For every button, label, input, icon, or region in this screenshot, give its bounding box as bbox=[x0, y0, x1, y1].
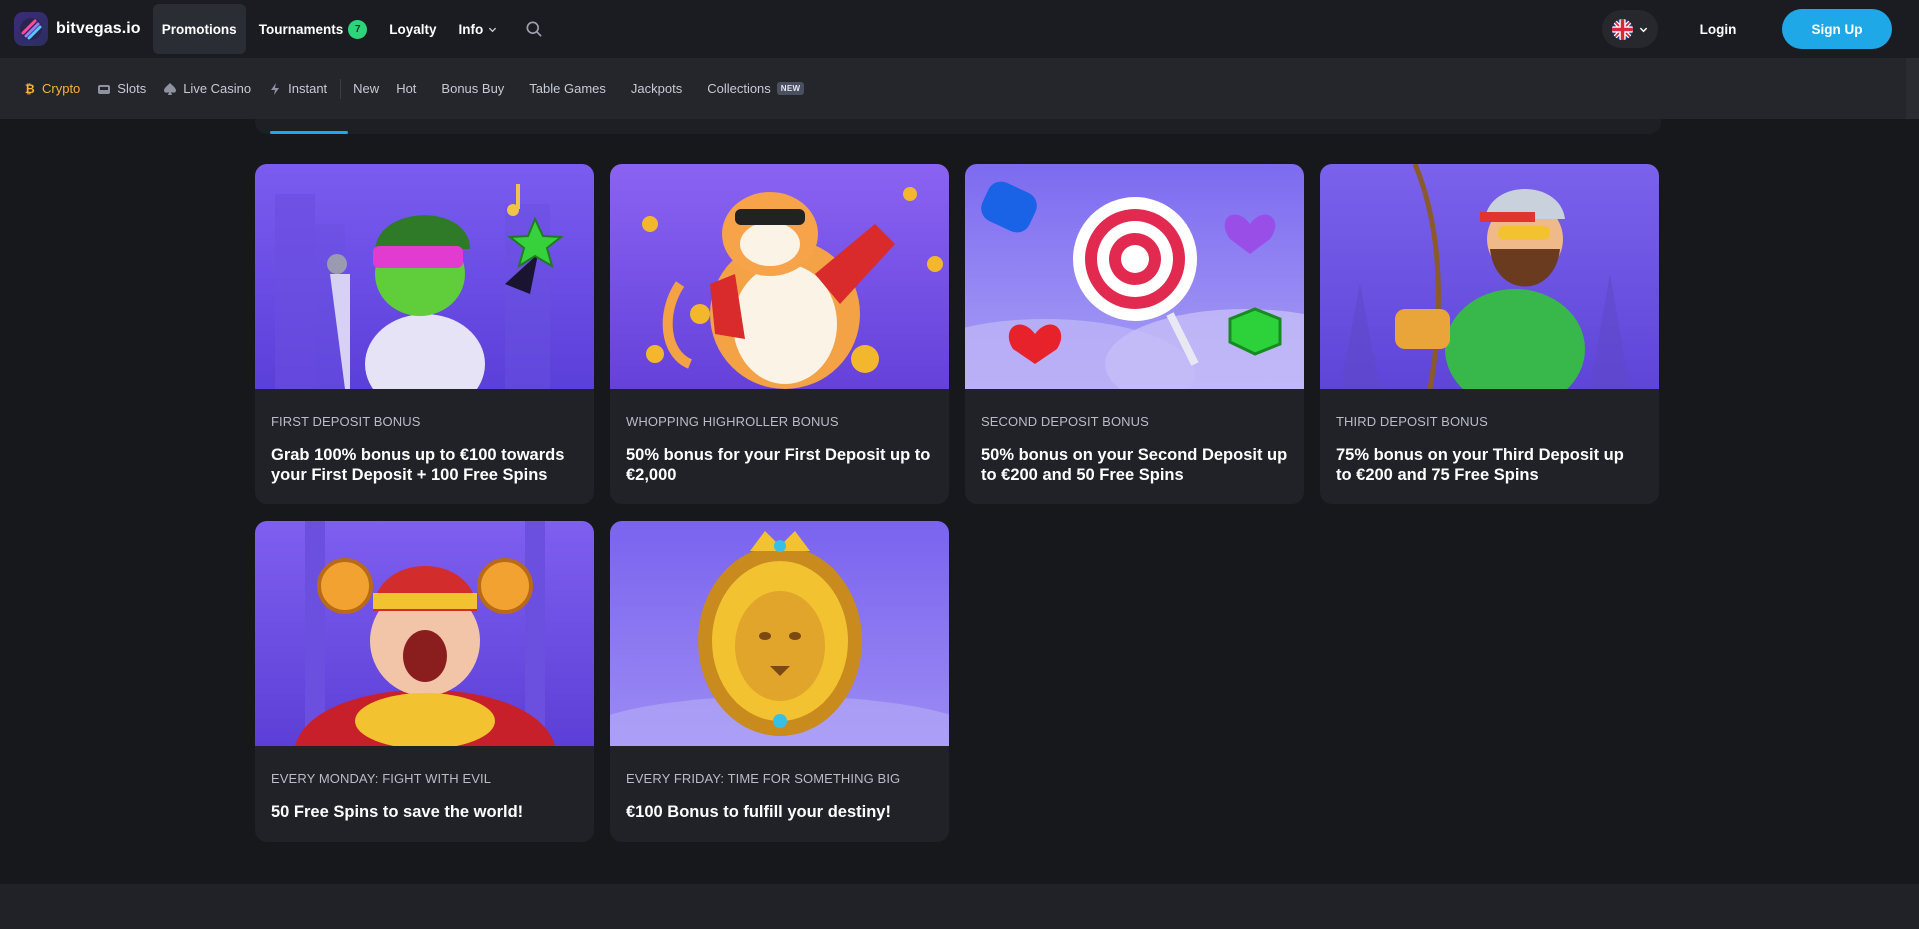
promo-kicker: EVERY FRIDAY: TIME FOR SOMETHING BIG bbox=[626, 771, 901, 786]
promo-card-second-deposit[interactable]: SECOND DEPOSIT BONUS 50% bonus on your S… bbox=[965, 164, 1304, 504]
category-bonus-buy[interactable]: Bonus Buy bbox=[441, 81, 504, 96]
category-crypto-label: Crypto bbox=[42, 81, 81, 96]
logo-icon bbox=[14, 12, 48, 46]
promo-title: €100 Bonus to fulfill your destiny! bbox=[626, 803, 891, 821]
header-actions: Login Sign Up bbox=[1602, 9, 1892, 49]
promo-title: 50 Free Spins to save the world! bbox=[271, 803, 524, 821]
category-bar: ₿ Crypto Slots Live Casino Instant New H… bbox=[0, 58, 1919, 119]
chevron-down-icon bbox=[1639, 27, 1648, 32]
category-slots[interactable]: Slots bbox=[97, 81, 146, 96]
category-live-casino[interactable]: Live Casino bbox=[163, 81, 251, 96]
nav-loyalty[interactable]: Loyalty bbox=[380, 4, 445, 54]
nav-loyalty-label: Loyalty bbox=[389, 21, 437, 37]
category-live-casino-label: Live Casino bbox=[183, 81, 252, 96]
category-jackpots[interactable]: Jackpots bbox=[631, 81, 682, 96]
promo-card-first-deposit[interactable]: FIRST DEPOSIT BONUS Grab 100% bonus up t… bbox=[255, 164, 594, 504]
logo-text: bitvegas.io bbox=[56, 20, 141, 37]
new-badge: NEW bbox=[776, 82, 805, 95]
promo-image bbox=[965, 164, 1304, 389]
chevron-down-icon bbox=[489, 27, 497, 32]
promo-image bbox=[610, 164, 949, 389]
promo-card-friday[interactable]: EVERY FRIDAY: TIME FOR SOMETHING BIG €10… bbox=[610, 521, 949, 842]
category-jackpots-label: Jackpots bbox=[630, 81, 683, 96]
spade-icon bbox=[163, 82, 177, 96]
language-selector[interactable] bbox=[1602, 10, 1658, 48]
category-new-label: New bbox=[353, 81, 380, 96]
promo-kicker: SECOND DEPOSIT BONUS bbox=[981, 414, 1149, 429]
category-bonus-buy-label: Bonus Buy bbox=[441, 81, 505, 96]
promo-card-monday[interactable]: EVERY MONDAY: FIGHT WITH EVIL 50 Free Sp… bbox=[255, 521, 594, 842]
promo-title: 75% bonus on your Third Deposit up to €2… bbox=[1336, 446, 1624, 484]
tournaments-count-badge: 7 bbox=[348, 19, 368, 39]
login-button[interactable]: Login bbox=[1688, 22, 1748, 37]
logo[interactable]: bitvegas.io bbox=[14, 12, 141, 46]
promo-card-third-deposit[interactable]: THIRD DEPOSIT BONUS 75% bonus on your Th… bbox=[1320, 164, 1659, 504]
svg-text:₿: ₿ bbox=[24, 82, 34, 95]
promo-title: Grab 100% bonus up to €100 towards your … bbox=[271, 446, 565, 484]
main-nav: Promotions Tournaments 7 Loyalty Info bbox=[152, 0, 547, 58]
nav-tournaments-label: Tournaments bbox=[258, 21, 344, 37]
promo-kicker: EVERY MONDAY: FIGHT WITH EVIL bbox=[271, 771, 492, 786]
footer bbox=[0, 884, 1919, 929]
category-table-games[interactable]: Table Games bbox=[529, 81, 606, 96]
nav-tournaments[interactable]: Tournaments 7 bbox=[250, 4, 377, 54]
promo-image bbox=[255, 164, 594, 389]
promo-card-highroller[interactable]: WHOPPING HIGHROLLER BONUS 50% bonus for … bbox=[610, 164, 949, 504]
scrollbar[interactable] bbox=[1906, 58, 1919, 119]
category-new[interactable]: New bbox=[353, 81, 379, 96]
promo-kicker: THIRD DEPOSIT BONUS bbox=[1336, 414, 1488, 429]
nav-promotions-label: Promotions bbox=[161, 21, 237, 37]
category-hot[interactable]: Hot bbox=[396, 81, 416, 96]
bitcoin-icon: ₿ bbox=[22, 82, 36, 96]
uk-flag-icon bbox=[1612, 18, 1633, 40]
slot-machine-icon bbox=[97, 82, 111, 96]
category-slots-label: Slots bbox=[117, 81, 147, 96]
promo-image bbox=[1320, 164, 1659, 389]
category-collections-label: Collections bbox=[707, 81, 771, 96]
promo-image bbox=[255, 521, 594, 746]
category-instant[interactable]: Instant bbox=[268, 81, 327, 96]
search-button[interactable] bbox=[522, 17, 546, 41]
promo-image bbox=[610, 521, 949, 746]
divider bbox=[340, 78, 342, 99]
promo-title: 50% bonus for your First Deposit up to €… bbox=[626, 446, 931, 484]
category-crypto[interactable]: ₿ Crypto bbox=[22, 81, 80, 96]
promo-tabs bbox=[255, 119, 1661, 134]
signup-button[interactable]: Sign Up bbox=[1782, 9, 1892, 49]
category-instant-label: Instant bbox=[288, 81, 328, 96]
nav-promotions[interactable]: Promotions bbox=[152, 4, 246, 54]
category-table-games-label: Table Games bbox=[529, 81, 606, 96]
category-collections[interactable]: Collections NEW bbox=[707, 81, 805, 96]
promo-kicker: FIRST DEPOSIT BONUS bbox=[271, 414, 421, 429]
nav-info-label: Info bbox=[458, 21, 484, 37]
nav-info[interactable]: Info bbox=[449, 4, 506, 54]
promo-title: 50% bonus on your Second Deposit up to €… bbox=[981, 446, 1288, 484]
top-header: bitvegas.io Promotions Tournaments 7 Loy… bbox=[0, 0, 1919, 58]
active-tab-indicator bbox=[270, 131, 348, 134]
lightning-icon bbox=[268, 82, 282, 96]
search-icon bbox=[526, 21, 542, 37]
category-hot-label: Hot bbox=[396, 81, 417, 96]
promo-kicker: WHOPPING HIGHROLLER BONUS bbox=[626, 414, 839, 429]
